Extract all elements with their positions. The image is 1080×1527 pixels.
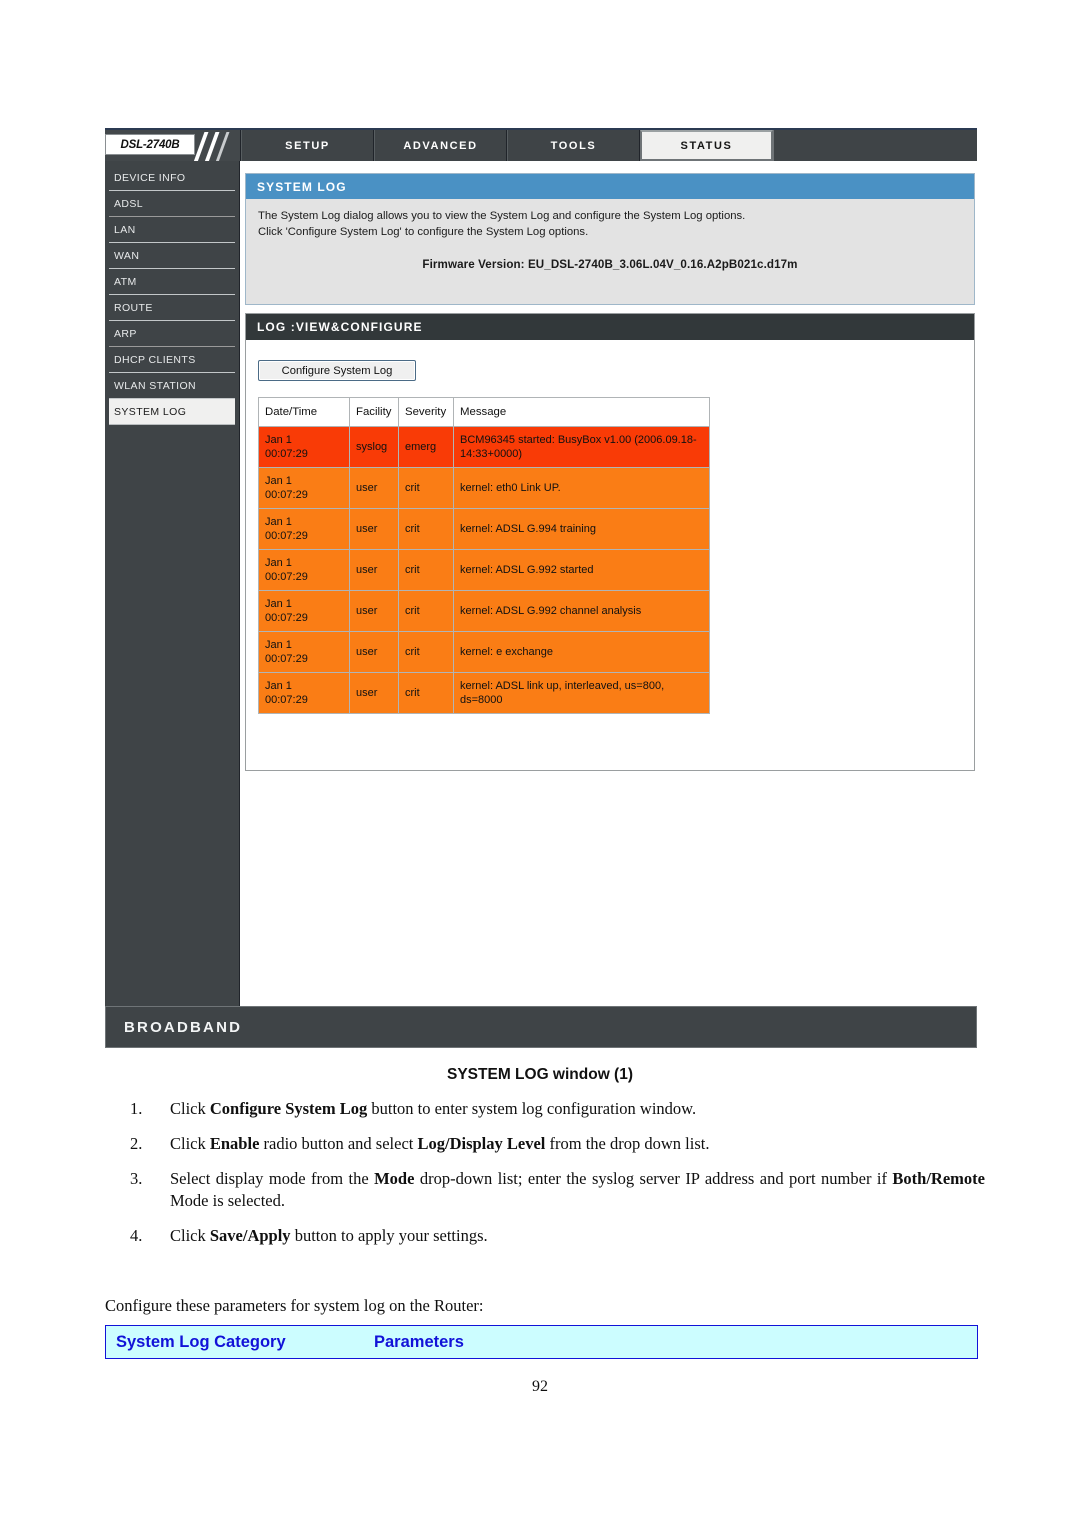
cell-datetime: Jan 1 00:07:29 [258,549,350,591]
cell-message: kernel: eth0 Link UP. [453,467,710,509]
table-header-row: Date/Time Facility Severity Message [258,397,710,427]
sidebar-item-dhcp-clients[interactable]: DHCP CLIENTS [109,347,235,373]
step-text: Click Enable radio button and select Log… [170,1134,710,1153]
info-description-line-1: The System Log dialog allows you to view… [258,210,746,222]
cell-message: kernel: ADSL G.992 started [453,549,710,591]
ui-body: DEVICE INFO ADSL LAN WAN ATM ROUTE ARP D… [105,161,977,1006]
intro-paragraph: Configure these parameters for system lo… [105,1296,484,1315]
sidebar-item-wlan-station[interactable]: WLAN STATION [109,373,235,399]
sidebar-item-atm[interactable]: ATM [109,269,235,295]
cell-severity: crit [398,549,454,591]
info-panel-title: SYSTEM LOG [246,174,974,199]
table-row: Jan 1 00:07:29 user crit kernel: ADSL G.… [258,508,710,550]
cell-severity: emerg [398,426,454,468]
cell-message: kernel: ADSL G.992 channel analysis [453,590,710,632]
sidebar-item-device-info[interactable]: DEVICE INFO [109,165,235,191]
cell-severity: crit [398,508,454,550]
step-text: Select display mode from the Mode drop-d… [170,1169,985,1210]
nav-tab-setup[interactable]: SETUP [241,130,374,161]
cell-datetime: Jan 1 00:07:29 [258,672,350,714]
info-panel-body: The System Log dialog allows you to view… [246,199,974,273]
log-panel-body: Configure System Log Date/Time Facility … [246,340,974,714]
system-log-info-panel: SYSTEM LOG The System Log dialog allows … [245,173,975,305]
log-view-configure-panel: LOG :VIEW&CONFIGURE Configure System Log… [245,313,975,771]
nav-tab-status[interactable]: STATUS [640,130,773,161]
table-row: Jan 1 00:07:29 syslog emerg BCM96345 sta… [258,426,710,468]
cell-datetime: Jan 1 00:07:29 [258,467,350,509]
model-name-plate: DSL-2740B [105,134,195,155]
cell-facility: user [349,467,399,509]
sidebar-item-lan[interactable]: LAN [109,217,235,243]
sidebar-item-route[interactable]: ROUTE [109,295,235,321]
system-log-table: Date/Time Facility Severity Message Jan … [258,397,710,714]
step-text: Click Configure System Log button to ent… [170,1099,697,1118]
configure-system-log-button[interactable]: Configure System Log [258,360,416,381]
table-row: Jan 1 00:07:29 user crit kernel: ADSL G.… [258,549,710,591]
firmware-version-text: Firmware Version: EU_DSL-2740B_3.06L.04V… [422,258,798,271]
brand-logo: DSL-2740B [105,130,241,161]
table-row: Jan 1 00:07:29 user crit kernel: e excha… [258,631,710,673]
info-description-line-2: Click 'Configure System Log' to configur… [258,226,589,238]
cell-datetime: Jan 1 00:07:29 [258,590,350,632]
column-header-message: Message [453,397,710,427]
content-area: SYSTEM LOG The System Log dialog allows … [241,161,977,1006]
cell-datetime: Jan 1 00:07:29 [258,508,350,550]
step-number: 3. [130,1169,143,1188]
step-number: 2. [130,1134,143,1153]
sidebar-item-system-log[interactable]: SYSTEM LOG [109,399,235,425]
cell-facility: user [349,590,399,632]
list-item: 2. Click Enable radio button and select … [130,1133,985,1155]
cell-facility: syslog [349,426,399,468]
sidebar-item-wan[interactable]: WAN [109,243,235,269]
cell-severity: crit [398,467,454,509]
logo-slashes-icon [193,132,237,161]
sidebar: DEVICE INFO ADSL LAN WAN ATM ROUTE ARP D… [105,161,240,1006]
cell-severity: crit [398,672,454,714]
parameters-table-header: System Log Category Parameters [105,1325,978,1359]
list-item: 4. Click Save/Apply button to apply your… [130,1225,985,1247]
cell-message: BCM96345 started: BusyBox v1.00 (2006.09… [453,426,710,468]
nav-tab-advanced[interactable]: ADVANCED [374,130,507,161]
nav-tab-tools[interactable]: TOOLS [507,130,640,161]
top-navigation-bar: DSL-2740B SETUP ADVANCED TOOLS STATUS [105,128,977,161]
column-header-datetime: Date/Time [258,397,350,427]
table-row: Jan 1 00:07:29 user crit kernel: ADSL G.… [258,590,710,632]
cell-facility: user [349,508,399,550]
nav-bar-filler [773,130,977,161]
cell-severity: crit [398,631,454,673]
sidebar-item-adsl[interactable]: ADSL [109,191,235,217]
cell-message: kernel: ADSL link up, interleaved, us=80… [453,672,710,714]
column-header-severity: Severity [398,397,454,427]
step-number: 1. [130,1099,143,1118]
page-number: 92 [532,1378,548,1395]
cell-facility: user [349,631,399,673]
ui-footer: BROADBAND [105,1006,977,1048]
step-text: Click Save/Apply button to apply your se… [170,1226,488,1245]
list-item: 3. Select display mode from the Mode dro… [130,1168,985,1212]
param-column-header-parameters: Parameters [374,1332,464,1351]
table-row: Jan 1 00:07:29 user crit kernel: ADSL li… [258,672,710,714]
router-web-ui-screenshot: DSL-2740B SETUP ADVANCED TOOLS STATUS DE… [105,128,977,1048]
cell-severity: crit [398,590,454,632]
step-number: 4. [130,1226,143,1245]
list-item: 1. Click Configure System Log button to … [130,1098,985,1120]
footer-label: BROADBAND [124,1018,243,1036]
column-header-facility: Facility [349,397,399,427]
cell-facility: user [349,549,399,591]
param-column-header-category: System Log Category [116,1332,286,1351]
sidebar-item-arp[interactable]: ARP [109,321,235,347]
cell-datetime: Jan 1 00:07:29 [258,426,350,468]
cell-message: kernel: e exchange [453,631,710,673]
instruction-steps-list: 1. Click Configure System Log button to … [130,1098,985,1260]
cell-facility: user [349,672,399,714]
system-log-table-body: Jan 1 00:07:29 syslog emerg BCM96345 sta… [258,426,710,714]
cell-message: kernel: ADSL G.994 training [453,508,710,550]
log-panel-title: LOG :VIEW&CONFIGURE [246,314,974,340]
table-row: Jan 1 00:07:29 user crit kernel: eth0 Li… [258,467,710,509]
cell-datetime: Jan 1 00:07:29 [258,631,350,673]
figure-caption: SYSTEM LOG window (1) [447,1066,633,1083]
